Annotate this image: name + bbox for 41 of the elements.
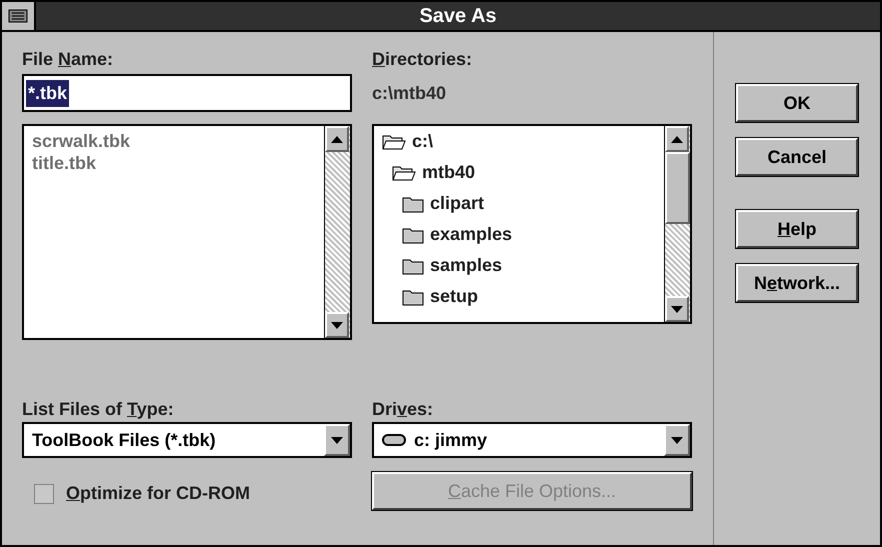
- directory-item[interactable]: clipart: [430, 190, 484, 217]
- file-name-value: *.tbk: [26, 80, 70, 106]
- drives-dropdown[interactable]: c: jimmy: [372, 422, 692, 458]
- directory-item[interactable]: samples: [430, 252, 502, 279]
- file-list[interactable]: scrwalk.tbk title.tbk: [22, 124, 352, 340]
- file-item[interactable]: title.tbk: [32, 152, 324, 174]
- directory-item[interactable]: setup: [430, 283, 478, 310]
- ok-button[interactable]: OK: [736, 84, 858, 122]
- up-arrow-icon[interactable]: [331, 136, 343, 142]
- scroll-thumb[interactable]: [665, 152, 690, 224]
- directory-item[interactable]: c:\: [412, 128, 434, 155]
- file-name-field[interactable]: *.tbk: [22, 74, 352, 112]
- scroll-arrow-button[interactable]: [665, 296, 689, 322]
- down-arrow-icon[interactable]: [331, 436, 343, 444]
- up-arrow-icon[interactable]: [671, 136, 683, 142]
- network-button[interactable]: Network...: [736, 264, 858, 302]
- directory-list[interactable]: c:\ mtb40 clipart examples samples setup: [372, 124, 692, 324]
- down-arrow-icon[interactable]: [671, 436, 683, 444]
- scrollbar[interactable]: [324, 126, 350, 338]
- scroll-arrow-button[interactable]: [325, 126, 349, 152]
- scroll-arrow-button[interactable]: [665, 126, 689, 152]
- down-arrow-icon[interactable]: [331, 322, 343, 328]
- directory-item[interactable]: mtb40: [422, 159, 476, 186]
- system-menu-icon[interactable]: [7, 7, 29, 25]
- scrollbar[interactable]: [664, 126, 690, 322]
- file-item[interactable]: scrwalk.tbk: [32, 130, 324, 152]
- file-type-label: List Files of Type:: [22, 398, 175, 421]
- cancel-button[interactable]: Cancel: [736, 138, 858, 176]
- directory-path: c:\mtb40: [372, 82, 448, 104]
- optimize-label: Optimize for CD-ROM: [66, 482, 250, 505]
- checkbox[interactable]: [34, 484, 54, 504]
- down-arrow-icon[interactable]: [671, 306, 683, 312]
- window-title: Save As: [418, 4, 498, 29]
- directory-item[interactable]: examples: [430, 221, 512, 248]
- file-name-label: File Name:: [22, 48, 114, 71]
- directories-label: Directories:: [372, 48, 474, 71]
- file-type-dropdown[interactable]: ToolBook Files (*.tbk): [22, 422, 352, 458]
- drives-label: Drives:: [372, 398, 434, 421]
- drive-icon: [382, 433, 406, 447]
- help-button[interactable]: Help: [736, 210, 858, 248]
- scroll-arrow-button[interactable]: [325, 312, 349, 338]
